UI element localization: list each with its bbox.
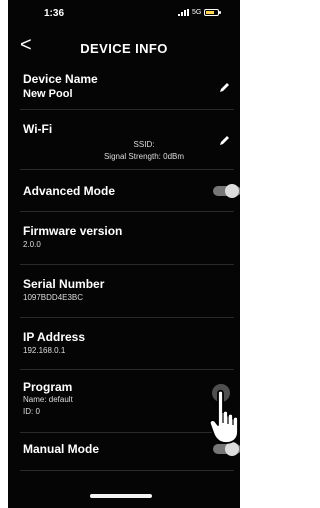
- firmware-label: Firmware version: [23, 224, 123, 238]
- wifi-ssid: SSID:: [133, 140, 155, 149]
- toggle-knob: [225, 184, 239, 198]
- divider: [20, 369, 234, 370]
- header: < DEVICE INFO: [8, 34, 240, 62]
- program-label: Program: [23, 380, 73, 394]
- pencil-icon[interactable]: [219, 81, 231, 93]
- divider: [20, 169, 234, 170]
- device-info-screen: 1:36 5G < DEVICE INFO Device Name New Po…: [8, 0, 240, 508]
- divider: [20, 211, 234, 212]
- ip-address-label: IP Address: [23, 330, 86, 344]
- status-time: 1:36: [44, 8, 65, 19]
- advanced-mode-row: Advanced Mode: [8, 178, 240, 206]
- network-label: 5G: [192, 9, 202, 16]
- ip-address-row: IP Address 192.168.0.1: [8, 326, 240, 368]
- ip-address-value: 192.168.0.1: [23, 346, 66, 355]
- phone-frame: 1:36 5G < DEVICE INFO Device Name New Po…: [0, 0, 248, 508]
- divider: [20, 109, 234, 110]
- serial-number-row: Serial Number 1097BDD4E3BC: [8, 273, 240, 315]
- divider: [20, 470, 234, 471]
- firmware-value: 2.0.0: [23, 240, 41, 249]
- device-name-row: Device Name New Pool: [8, 68, 240, 110]
- serial-number-label: Serial Number: [23, 277, 105, 291]
- program-name: Name: default: [23, 395, 73, 404]
- status-bar: 1:36 5G: [8, 0, 240, 28]
- pencil-icon[interactable]: [219, 134, 231, 146]
- divider: [20, 432, 234, 433]
- battery-icon: [204, 9, 222, 16]
- manual-mode-toggle[interactable]: [213, 442, 240, 456]
- status-indicators: 5G: [178, 9, 222, 16]
- divider: [20, 317, 234, 318]
- home-indicator: [90, 494, 152, 498]
- program-row[interactable]: Program Name: default ID: 0: [8, 378, 240, 430]
- manual-mode-row: Manual Mode: [8, 438, 240, 466]
- wifi-signal-strength: Signal Strength: 0dBm: [103, 152, 185, 161]
- firmware-row: Firmware version 2.0.0: [8, 220, 240, 262]
- program-id: ID: 0: [23, 407, 40, 416]
- wifi-row: Wi-Fi SSID: Signal Strength: 0dBm: [8, 118, 240, 170]
- device-name-label: Device Name: [23, 72, 98, 86]
- device-name-value: New Pool: [23, 88, 73, 100]
- signal-icon: [178, 9, 189, 16]
- divider: [20, 264, 234, 265]
- page-title: DEVICE INFO: [80, 41, 168, 56]
- wifi-label: Wi-Fi: [23, 122, 53, 136]
- advanced-mode-label: Advanced Mode: [23, 184, 116, 198]
- advanced-mode-toggle[interactable]: [213, 184, 240, 198]
- serial-number-value: 1097BDD4E3BC: [23, 293, 84, 302]
- tap-hand-icon: [208, 384, 239, 444]
- manual-mode-label: Manual Mode: [23, 442, 100, 456]
